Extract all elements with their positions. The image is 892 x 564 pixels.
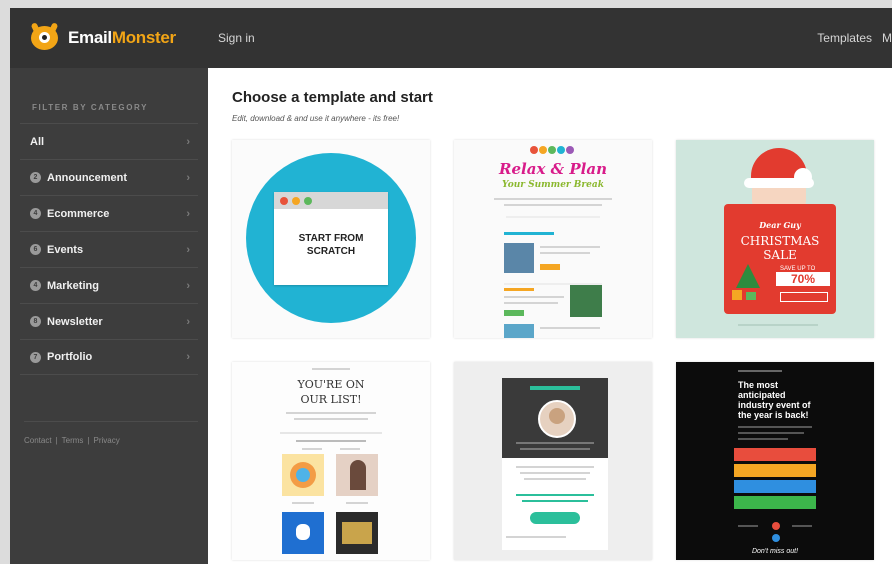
chevron-right-icon: › — [186, 315, 190, 328]
count-badge: 7 — [30, 351, 41, 363]
category-label: All — [30, 135, 45, 148]
category-marketing[interactable]: 4 Marketing › — [20, 267, 198, 303]
template-card-christmas[interactable]: Dear Guy CHRISTMAS SALE SAVE UP TO 70% — [676, 140, 874, 338]
category-newsletter[interactable]: 8 Newsletter › — [20, 303, 198, 339]
product-image — [336, 454, 378, 496]
beach-image — [504, 243, 534, 273]
page-subtitle: Edit, download & and use it anywhere - i… — [232, 114, 400, 123]
category-label: Marketing — [47, 279, 99, 292]
template-card-event[interactable]: The most anticipated industry event of t… — [676, 362, 874, 560]
category-all[interactable]: All › — [20, 123, 198, 159]
event-footer: Don't miss out! — [751, 548, 799, 555]
count-badge: 4 — [30, 208, 41, 219]
photo-image — [570, 285, 602, 317]
cta-button — [530, 512, 580, 524]
percent-badge: 70% — [776, 272, 830, 286]
top-bar: EmailMonster Sign in Templates M — [10, 8, 892, 68]
filter-title: FILTER BY CATEGORY — [32, 103, 149, 112]
avatar — [538, 400, 576, 438]
sidebar: FILTER BY CATEGORY All › 2 Announcement › 4… — [10, 68, 208, 564]
privacy-link[interactable]: Privacy — [94, 436, 120, 445]
ticket-row-blue — [734, 480, 816, 493]
category-announcement[interactable]: 2 Announcement › — [20, 159, 198, 195]
logo-word-email: Email — [68, 28, 112, 47]
product-image — [282, 512, 324, 554]
chevron-right-icon: › — [186, 243, 190, 256]
relax-subtitle: Your Summer Break — [502, 180, 604, 190]
category-portfolio[interactable]: 7 Portfolio › — [20, 339, 198, 375]
category-label: Newsletter — [47, 315, 103, 328]
separator: | — [87, 436, 90, 445]
ticket-row-orange — [734, 464, 816, 477]
main-content: Choose a template and start Edit, downlo… — [208, 68, 892, 564]
chevron-right-icon: › — [186, 351, 190, 363]
event-title: The most — [738, 380, 779, 390]
app-frame: EmailMonster Sign in Templates M FILTER B… — [10, 8, 892, 564]
category-label: Ecommerce — [47, 207, 110, 220]
nav-more-link[interactable]: M — [882, 31, 892, 45]
page-title: Choose a template and start — [232, 89, 433, 106]
monster-mascot-icon — [28, 22, 62, 53]
event-title-4: the year is back! — [738, 410, 809, 420]
shop-button — [780, 292, 828, 302]
category-events[interactable]: 6 Events › — [20, 231, 198, 267]
chevron-right-icon: › — [186, 279, 190, 292]
category-label: Portfolio — [47, 351, 93, 363]
footer-links: Contact | Terms | Privacy — [24, 421, 198, 445]
category-list: All › 2 Announcement › 4 Ecommerce › 6 Events ›… — [20, 123, 198, 375]
category-label: Events — [47, 243, 84, 256]
separator: | — [55, 436, 58, 445]
template-card-scratch[interactable]: START FROM SCRATCH — [232, 140, 430, 338]
category-label: Announcement — [47, 171, 128, 184]
christmas-tree-icon — [730, 264, 766, 304]
logo[interactable]: EmailMonster — [28, 22, 208, 54]
scratch-label: START FROM SCRATCH — [298, 233, 364, 257]
christmas-title: CHRISTMAS — [740, 234, 820, 248]
template-card-newsletter[interactable] — [454, 362, 652, 560]
christmas-signature: Dear Guy — [759, 220, 801, 230]
logo-text: EmailMonster — [68, 28, 176, 48]
count-badge: 2 — [30, 172, 41, 183]
count-badge: 8 — [30, 316, 41, 327]
relax-title: Relax & Plan — [499, 160, 607, 178]
product-image — [282, 454, 324, 496]
chevron-right-icon: › — [186, 171, 190, 184]
count-badge: 4 — [30, 280, 41, 291]
ticket-row-green — [734, 496, 816, 509]
event-title-2: anticipated — [738, 390, 786, 400]
terms-link[interactable]: Terms — [62, 436, 84, 445]
list-title-2: OUR LIST! — [300, 393, 362, 406]
logo-word-monster: Monster — [111, 28, 176, 47]
color-dots — [530, 146, 574, 154]
event-title-3: industry event of — [738, 400, 811, 410]
contact-link[interactable]: Contact — [24, 436, 52, 445]
sign-in-link[interactable]: Sign in — [218, 31, 255, 45]
chevron-right-icon: › — [186, 135, 190, 148]
top-nav: Templates M — [807, 31, 892, 45]
nav-templates-link[interactable]: Templates — [817, 31, 872, 45]
browser-window-icon: START FROM SCRATCH — [274, 192, 388, 285]
category-ecommerce[interactable]: 4 Ecommerce › — [20, 195, 198, 231]
ticket-row-red — [734, 448, 816, 461]
christmas-title-2: SALE — [763, 248, 797, 262]
template-card-relax-plan[interactable]: Relax & Plan Your Summer Break — [454, 140, 652, 338]
list-title: YOU'RE ON — [297, 378, 365, 391]
count-badge: 6 — [30, 244, 41, 255]
chevron-right-icon: › — [186, 207, 190, 220]
product-image — [336, 512, 378, 554]
template-card-our-list[interactable]: YOU'RE ON OUR LIST! — [232, 362, 430, 560]
